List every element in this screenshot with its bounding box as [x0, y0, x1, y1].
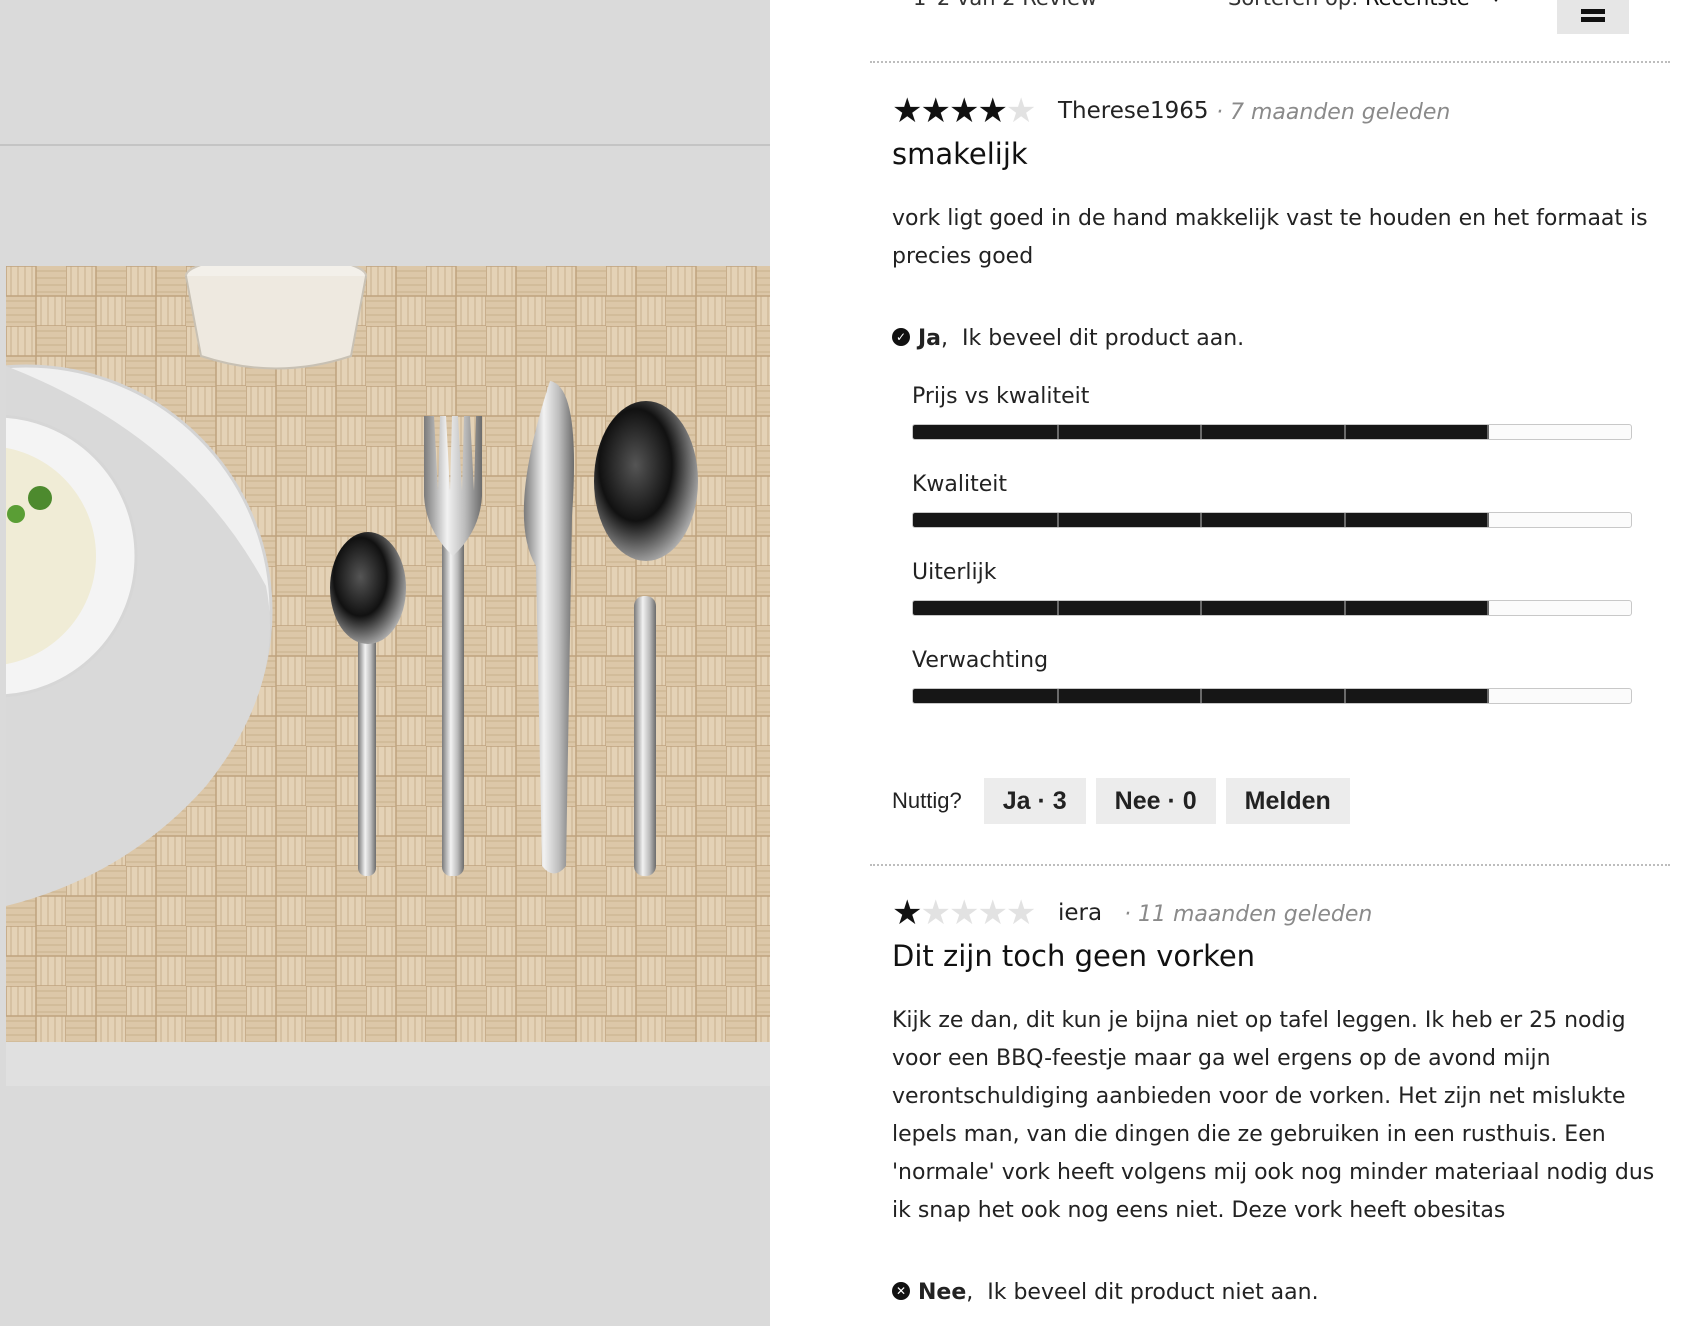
star-empty-icon: ★ — [1005, 91, 1037, 131]
product-image-panel — [0, 0, 770, 1326]
reviews-panel: 1–2 van 2 Review Sorteren op: Recentste … — [770, 0, 1682, 1326]
sub-rating-segment — [1200, 689, 1203, 703]
sub-rating-segment — [1056, 601, 1059, 615]
sub-rating-segment — [1056, 513, 1059, 527]
review-card: ★★★★★ iera · 11 maanden geleden Dit zijn… — [892, 896, 1672, 1326]
review-body: vork ligt goed in de hand makkelijk vast… — [892, 206, 1648, 269]
recommend-text: Ik beveel dit product niet aan. — [987, 1280, 1319, 1305]
review-author[interactable]: iera — [1058, 900, 1102, 926]
recommend-text: Ik beveel dit product aan. — [962, 326, 1245, 351]
star-icon: ★★★★ — [892, 91, 1008, 131]
sub-rating-segment — [1487, 425, 1490, 439]
helpful-no-button[interactable]: Nee · 0 — [1095, 778, 1216, 824]
recommend-answer: Ja — [918, 326, 942, 351]
recommendation: ✓ Ja, Ik beveel dit product aan. — [892, 326, 1244, 351]
sub-rating: Verwachting — [912, 648, 1632, 704]
chevron-down-icon — [1488, 0, 1505, 2]
sort-label: Sorteren op: — [1228, 0, 1358, 10]
star-empty-icon: ★★★★ — [920, 893, 1036, 933]
recommendation: ✕ Nee, Ik beveel dit product niet aan. — [892, 1280, 1319, 1305]
review-date: · 11 maanden geleden — [1124, 902, 1373, 927]
helpful-label: Nuttig? — [892, 788, 962, 813]
sub-rating-label: Uiterlijk — [912, 560, 997, 585]
review-date: · 7 maanden geleden — [1216, 100, 1451, 125]
sub-rating-label: Prijs vs kwaliteit — [912, 384, 1090, 409]
sub-rating: Kwaliteit — [912, 472, 1632, 528]
sub-rating: Uiterlijk — [912, 560, 1632, 616]
review-title: Dit zijn toch geen vorken — [892, 939, 1256, 973]
sub-rating-segment — [1343, 425, 1346, 439]
sub-rating-bar — [912, 424, 1632, 440]
x-circle-icon: ✕ — [892, 1282, 910, 1300]
sub-rating-label: Kwaliteit — [912, 472, 1008, 497]
filter-button[interactable] — [1557, 0, 1629, 34]
panel-divider — [0, 144, 770, 146]
helpful-yes-button[interactable]: Ja · 3 — [983, 778, 1086, 824]
hamburger-icon — [1581, 8, 1605, 22]
result-count: 1–2 van 2 Review — [913, 0, 1097, 10]
cutlery-photo-icon — [6, 266, 770, 1086]
check-circle-icon: ✓ — [892, 328, 910, 346]
star-icon: ★ — [892, 893, 923, 933]
sub-rating-segment — [1343, 689, 1346, 703]
sub-rating-segment — [1200, 513, 1203, 527]
sub-rating-segment — [1056, 425, 1059, 439]
review-title: smakelijk — [892, 137, 1028, 171]
recommend-answer: Nee — [918, 1280, 967, 1305]
sub-rating-segment — [1200, 601, 1203, 615]
review-meta: ★★★★★ iera · 11 maanden geleden — [892, 896, 1672, 930]
sub-rating-segment — [1200, 425, 1203, 439]
star-rating: ★★★★★ — [892, 893, 1036, 933]
sub-rating-bar — [912, 688, 1632, 704]
review-author[interactable]: Therese1965 — [1058, 98, 1209, 124]
sub-rating-segment — [1487, 689, 1490, 703]
report-button[interactable]: Melden — [1225, 778, 1350, 824]
sort-value: Recentste — [1365, 0, 1470, 10]
review-divider — [870, 864, 1670, 866]
reviews-toolbar: 1–2 van 2 Review Sorteren op: Recentste — [770, 0, 1682, 60]
sub-rating-bar — [912, 512, 1632, 528]
helpful-votes: Nuttig? Ja · 3 Nee · 0 Melden — [892, 778, 1360, 824]
star-rating: ★★★★★ — [892, 91, 1037, 131]
sub-rating-segment — [1343, 601, 1346, 615]
review-card: ★★★★★ Therese1965 · 7 maanden geleden sm… — [892, 94, 1672, 834]
sub-rating-bar — [912, 600, 1632, 616]
review-body: Kijk ze dan, dit kun je bijna niet op ta… — [892, 1008, 1655, 1223]
sub-rating: Prijs vs kwaliteit — [912, 384, 1632, 440]
sub-rating-segment — [1487, 601, 1490, 615]
sort-dropdown[interactable]: Sorteren op: Recentste — [1228, 0, 1505, 10]
sub-rating-segment — [1056, 689, 1059, 703]
review-meta: ★★★★★ Therese1965 · 7 maanden geleden — [892, 94, 1672, 128]
sub-rating-segment — [1487, 513, 1490, 527]
review-divider — [870, 61, 1670, 63]
sub-rating-label: Verwachting — [912, 648, 1049, 673]
product-photo[interactable] — [6, 266, 770, 1086]
sub-rating-segment — [1343, 513, 1346, 527]
